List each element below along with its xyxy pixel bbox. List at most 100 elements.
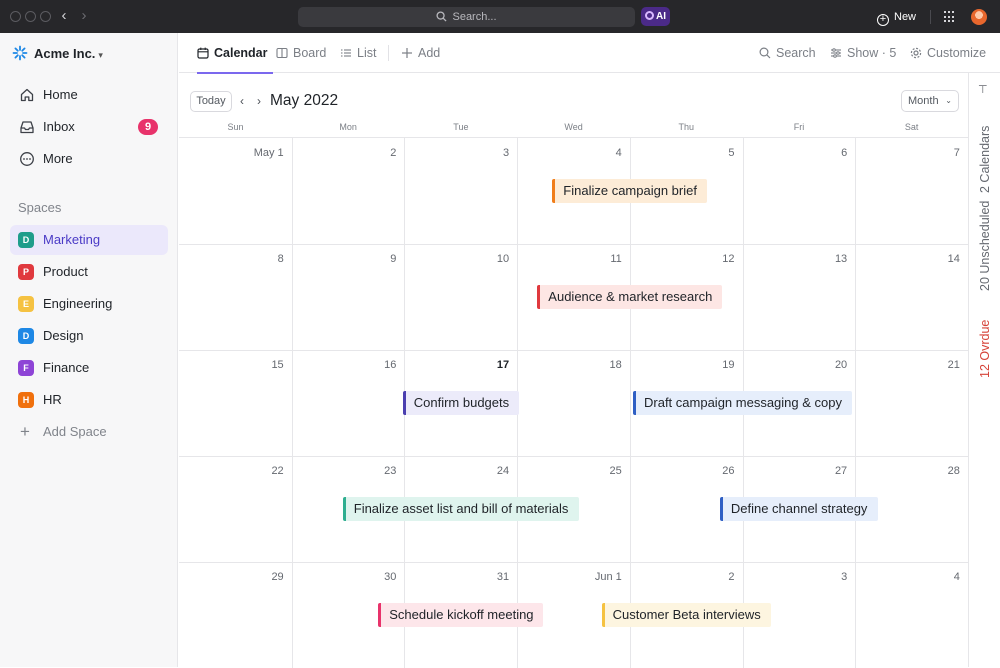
- tab-list[interactable]: List: [340, 33, 376, 73]
- search-button[interactable]: Search: [759, 33, 816, 73]
- day-number: 15: [271, 359, 284, 371]
- tab-label: Board: [293, 46, 327, 60]
- customize-button[interactable]: Customize: [910, 33, 986, 73]
- spaces-heading: Spaces: [18, 200, 62, 215]
- calendar-event[interactable]: Define channel strategy: [719, 497, 878, 521]
- today-button[interactable]: Today: [190, 91, 232, 112]
- collapse-rail-icon[interactable]: ⊤: [978, 83, 988, 96]
- tab-label: List: [357, 46, 377, 60]
- day-cell[interactable]: 3: [404, 138, 517, 244]
- day-number: 2: [390, 147, 397, 159]
- day-cell[interactable]: May 1: [179, 138, 292, 244]
- show-button[interactable]: Show · 5: [830, 33, 896, 73]
- day-number: 11: [610, 253, 622, 265]
- space-item-finance[interactable]: F Finance: [10, 353, 168, 383]
- day-number: 16: [384, 359, 397, 371]
- next-month-icon[interactable]: ›: [252, 92, 266, 110]
- calendar-event[interactable]: Schedule kickoff meeting: [378, 603, 544, 627]
- day-number: 13: [834, 253, 848, 265]
- previous-month-icon[interactable]: ‹: [235, 92, 249, 110]
- space-avatar: E: [18, 296, 34, 312]
- day-cell[interactable]: 13: [743, 244, 856, 350]
- sidebar-item-more[interactable]: More: [10, 144, 168, 174]
- sidebar-item-home[interactable]: Home: [10, 80, 168, 110]
- ai-button[interactable]: AI: [641, 7, 670, 26]
- inbox-count-badge: 9: [138, 119, 158, 135]
- day-cell[interactable]: 15: [179, 350, 292, 456]
- add-view-button[interactable]: Add: [401, 33, 440, 73]
- calendar-event[interactable]: Audience & market research: [537, 285, 723, 309]
- calendar-event[interactable]: Customer Beta interviews: [601, 603, 771, 627]
- global-search-input[interactable]: Search...: [298, 7, 635, 27]
- space-item-engineering[interactable]: E Engineering: [10, 289, 168, 319]
- calendar-event[interactable]: Finalize asset list and bill of material…: [342, 497, 579, 521]
- search-label: Search: [776, 46, 816, 60]
- day-number: 9: [390, 253, 397, 265]
- weekday-label: Wed: [564, 122, 583, 132]
- sidebar: Acme Inc. ▾ Home Inbox 9 More Spaces D Ma…: [0, 33, 178, 667]
- space-item-product[interactable]: P Product: [10, 257, 168, 287]
- day-cell[interactable]: 29: [179, 562, 292, 668]
- day-cell[interactable]: 14: [855, 244, 968, 350]
- space-avatar: H: [18, 392, 34, 408]
- day-cell[interactable]: 16: [292, 350, 405, 456]
- day-cell[interactable]: 7: [855, 138, 968, 244]
- day-cell[interactable]: 8: [179, 244, 292, 350]
- day-number: 5: [728, 147, 735, 159]
- add-space-label: Add Space: [43, 424, 107, 439]
- day-cell[interactable]: 6: [743, 138, 856, 244]
- day-number: 4: [615, 147, 622, 159]
- title-bar: ‹ › Search... AI + New: [0, 0, 1000, 33]
- new-button[interactable]: + New: [877, 7, 916, 27]
- user-avatar[interactable]: [971, 9, 987, 25]
- day-number: 28: [947, 465, 960, 477]
- day-number: 12: [722, 253, 735, 265]
- day-cell[interactable]: 22: [179, 456, 292, 562]
- space-item-marketing[interactable]: D Marketing: [10, 225, 168, 255]
- day-number: 4: [953, 571, 960, 583]
- chevron-down-icon: ⌄: [945, 96, 952, 105]
- calendar-range-select[interactable]: Month ⌄: [901, 90, 959, 112]
- forward-arrow-icon[interactable]: ›: [75, 6, 93, 26]
- calendar-event[interactable]: Confirm budgets: [402, 391, 519, 415]
- space-avatar: F: [18, 360, 34, 376]
- chevron-down-icon: ▾: [98, 50, 103, 60]
- unscheduled-toggle[interactable]: 20 Unscheduled: [973, 191, 997, 301]
- space-avatar: D: [18, 328, 34, 344]
- calendar-event[interactable]: Finalize campaign brief: [552, 179, 708, 203]
- window-close-button[interactable]: [10, 11, 21, 22]
- day-cell[interactable]: 2: [292, 138, 405, 244]
- back-arrow-icon[interactable]: ‹: [55, 6, 73, 26]
- day-number: 22: [271, 465, 284, 477]
- space-item-design[interactable]: D Design: [10, 321, 168, 351]
- calendar-event[interactable]: Draft campaign messaging & copy: [633, 391, 852, 415]
- home-icon: [20, 88, 34, 102]
- day-number: 21: [947, 359, 960, 371]
- apps-grid-icon[interactable]: [944, 11, 956, 23]
- plus-icon: [402, 48, 412, 58]
- more-icon: [20, 152, 34, 166]
- day-cell[interactable]: 18: [517, 350, 630, 456]
- day-cell[interactable]: 10: [404, 244, 517, 350]
- tab-board[interactable]: Board: [276, 33, 326, 73]
- window-minimize-button[interactable]: [25, 11, 36, 22]
- window-zoom-button[interactable]: [40, 11, 51, 22]
- day-cell[interactable]: 9: [292, 244, 405, 350]
- add-space-button[interactable]: + Add Space: [10, 417, 168, 447]
- day-cell[interactable]: 4: [855, 562, 968, 668]
- day-number: 6: [841, 147, 848, 159]
- sidebar-item-label: Inbox: [43, 119, 75, 134]
- overdue-toggle[interactable]: 12 Ovrdue: [973, 315, 997, 383]
- day-number: 26: [722, 465, 735, 477]
- weekday-label: Fri: [793, 122, 805, 132]
- calendar-side-rail: ⊤ 2 Calendars 20 Unscheduled 12 Ovrdue: [968, 73, 1000, 667]
- day-cell[interactable]: 21: [855, 350, 968, 456]
- view-toolbar: Calendar Board List Add Search Show · 5 …: [179, 33, 1000, 74]
- day-number: 29: [271, 571, 284, 583]
- tab-calendar[interactable]: Calendar: [197, 33, 272, 74]
- workspace-switcher[interactable]: Acme Inc. ▾: [12, 45, 103, 63]
- space-label: Marketing: [43, 232, 101, 247]
- sidebar-item-inbox[interactable]: Inbox 9: [10, 112, 168, 142]
- space-item-hr[interactable]: H HR: [10, 385, 168, 415]
- day-number: 24: [496, 465, 510, 477]
